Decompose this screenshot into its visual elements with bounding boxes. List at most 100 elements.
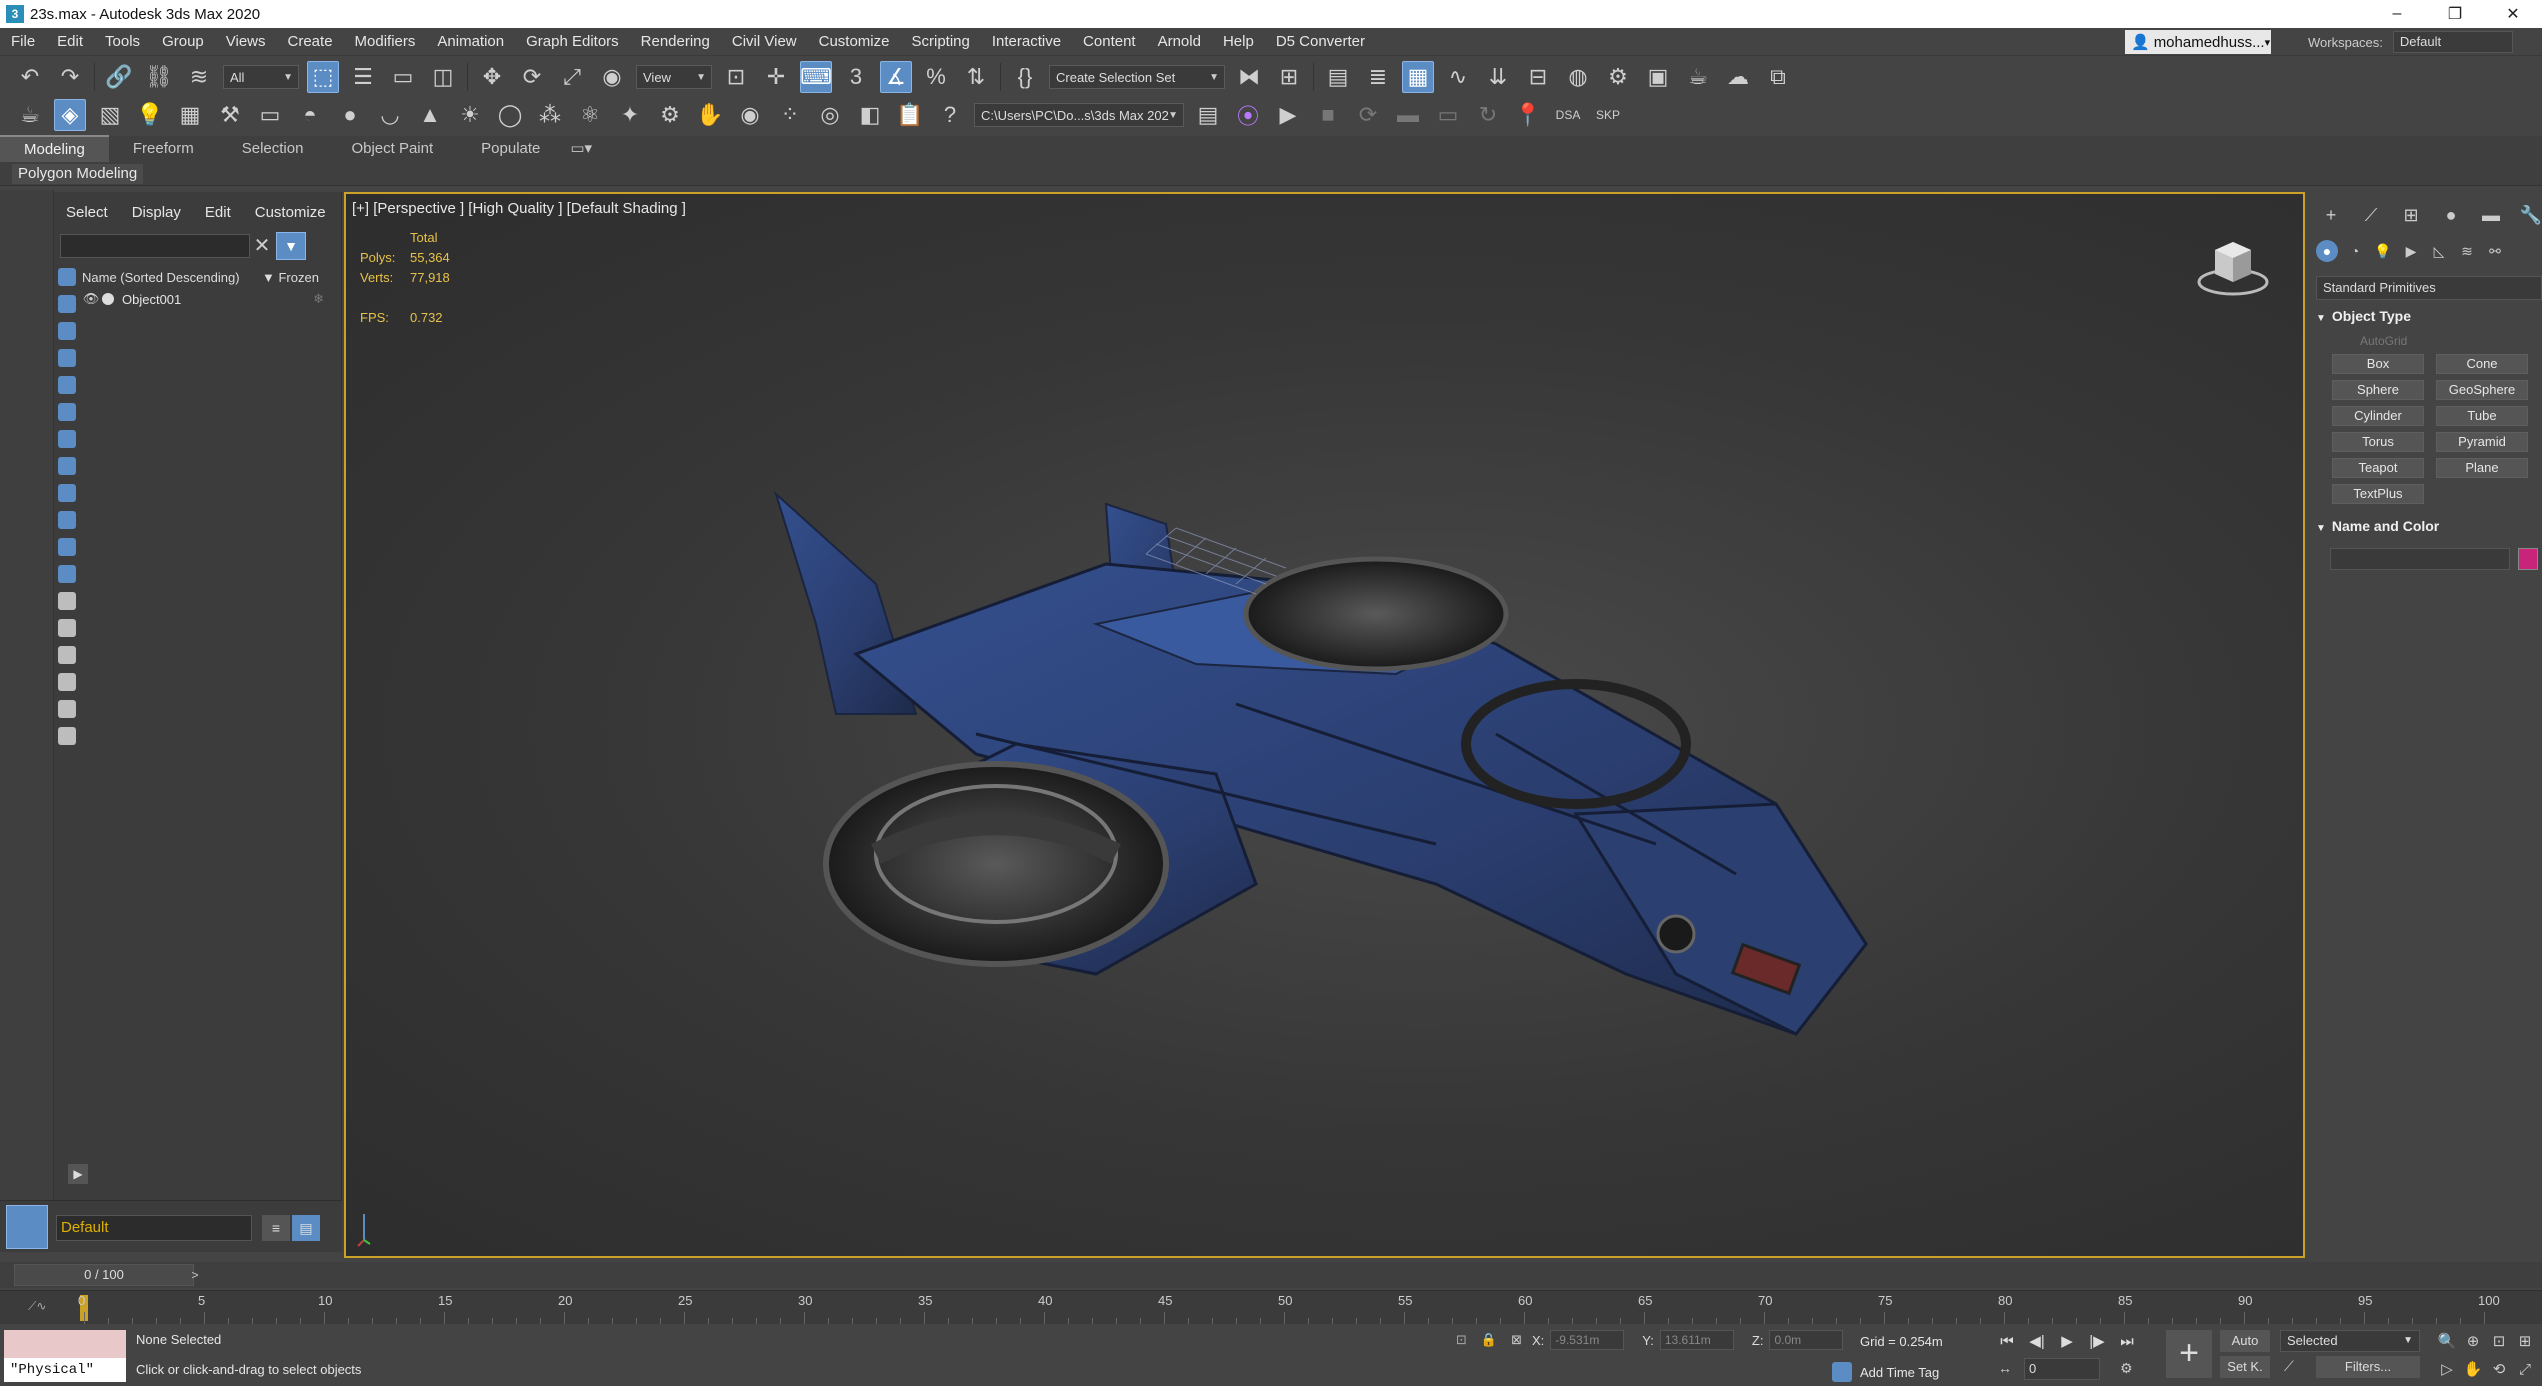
- display-invert-icon[interactable]: [58, 646, 76, 664]
- cylinder-button[interactable]: Cylinder: [2332, 406, 2424, 426]
- explorer-menu-customize[interactable]: Customize: [243, 204, 338, 221]
- object-grid-icon[interactable]: ▦: [174, 99, 206, 131]
- maxscript-output[interactable]: "Physical": [4, 1358, 126, 1382]
- display-helpers-icon[interactable]: [58, 376, 76, 394]
- zoom-all-icon[interactable]: ⊕: [2462, 1332, 2484, 1352]
- lights-icon[interactable]: 💡: [2372, 240, 2394, 262]
- clear-search-icon[interactable]: ✕: [250, 234, 274, 258]
- schematic-view-icon[interactable]: ⊟: [1522, 61, 1554, 93]
- selection-filter-dropdown[interactable]: All ▼: [223, 65, 299, 89]
- cone-button[interactable]: Cone: [2436, 354, 2528, 374]
- utilities-tab-icon[interactable]: 🔧: [2516, 202, 2542, 228]
- curve-editor-icon[interactable]: ∿: [1442, 61, 1474, 93]
- y-coordinate-field[interactable]: 13.611m: [1659, 1330, 1734, 1350]
- dsa-button[interactable]: DSA: [1552, 99, 1584, 131]
- perspective-viewport[interactable]: [+] [Perspective ] [High Quality ] [Defa…: [344, 192, 2305, 1258]
- set-key-button[interactable]: Set K.: [2220, 1356, 2270, 1378]
- teapot-icon[interactable]: ☕: [14, 99, 46, 131]
- rectangular-selection-icon[interactable]: ▭: [387, 61, 419, 93]
- undo-icon[interactable]: ↶: [14, 61, 46, 93]
- percent-snap-icon[interactable]: %: [920, 61, 952, 93]
- go-to-end-icon[interactable]: ⏭: [2114, 1330, 2140, 1354]
- layer-icon[interactable]: [6, 1205, 48, 1249]
- gear-icon[interactable]: ⚙: [654, 99, 686, 131]
- menu-animation[interactable]: Animation: [426, 28, 515, 56]
- display-groups-icon[interactable]: [58, 430, 76, 448]
- menu-edit[interactable]: Edit: [46, 28, 94, 56]
- display-hidden-icon[interactable]: [58, 565, 76, 583]
- current-layer-field[interactable]: Default: [56, 1215, 252, 1241]
- spinner-snap-icon[interactable]: ⇅: [960, 61, 992, 93]
- geometry-icon[interactable]: ●: [2316, 240, 2338, 262]
- create-tab-icon[interactable]: +: [2316, 202, 2346, 228]
- snaps-toggle-icon[interactable]: 3: [840, 61, 872, 93]
- autogrid-checkbox[interactable]: AutoGrid: [2360, 334, 2407, 348]
- plugin-icon[interactable]: ⦿: [1232, 99, 1264, 131]
- track-bar[interactable]: ⟋∿ 0 5 10 15 20 25 30 35 40 45 50 55 60 65 70 75 80 85 90 9…: [0, 1290, 2542, 1324]
- plane-button[interactable]: Plane: [2436, 458, 2528, 478]
- lock-icon[interactable]: 🔒: [1481, 1332, 1497, 1348]
- cameras-icon[interactable]: ▶: [2400, 240, 2422, 262]
- key-filters-button[interactable]: Filters...: [2316, 1356, 2420, 1378]
- time-slider-handle[interactable]: 0 / 100: [14, 1264, 194, 1286]
- play-icon[interactable]: ▶: [2054, 1330, 2080, 1354]
- set-key-icon[interactable]: +: [2166, 1330, 2212, 1378]
- filter-funnel-icon[interactable]: [58, 673, 76, 691]
- x-coordinate-field[interactable]: -9.531m: [1550, 1330, 1625, 1350]
- curve-editor-toggle-icon[interactable]: ⟋∿: [28, 1299, 46, 1314]
- display-spacewarps-icon[interactable]: [58, 403, 76, 421]
- render-setup-icon[interactable]: ⚙: [1602, 61, 1634, 93]
- project-path-dropdown[interactable]: C:\Users\PC\Do...s\3ds Max 202 ▼: [974, 103, 1184, 127]
- scale-icon[interactable]: ⤢: [556, 61, 588, 93]
- expand-panel-icon[interactable]: ▶: [68, 1164, 88, 1184]
- menu-interactive[interactable]: Interactive: [981, 28, 1072, 56]
- current-frame-field[interactable]: 0: [2024, 1358, 2100, 1380]
- bowl-icon[interactable]: ◡: [374, 99, 406, 131]
- render-production-icon[interactable]: ☕: [1682, 61, 1714, 93]
- image-icon[interactable]: ▧: [94, 99, 126, 131]
- color-dots-icon[interactable]: ⁘: [774, 99, 806, 131]
- workspace-dropdown[interactable]: Default: [2392, 31, 2513, 53]
- pyramid-button[interactable]: Pyramid: [2436, 432, 2528, 452]
- bind-space-warp-icon[interactable]: ≋: [183, 61, 215, 93]
- add-time-tag[interactable]: Add Time Tag: [1832, 1362, 1939, 1382]
- explorer-search-input[interactable]: [60, 234, 250, 258]
- camera-icon[interactable]: ▬: [1392, 99, 1424, 131]
- filter-icon[interactable]: ▼: [276, 232, 306, 260]
- previous-frame-icon[interactable]: ◀|: [2024, 1330, 2050, 1354]
- ribbon-toggle-icon[interactable]: ▦: [1402, 61, 1434, 93]
- pivot-center-icon[interactable]: ⊡: [720, 61, 752, 93]
- place-icon[interactable]: ◉: [596, 61, 628, 93]
- menu-help[interactable]: Help: [1212, 28, 1265, 56]
- viewport-label[interactable]: [+] [Perspective ] [High Quality ] [Defa…: [352, 200, 686, 217]
- link-icon[interactable]: 🔗: [103, 61, 135, 93]
- menu-content[interactable]: Content: [1072, 28, 1147, 56]
- dome-icon[interactable]: ◓: [294, 99, 326, 131]
- helpers-icon[interactable]: ◺: [2428, 240, 2450, 262]
- unlink-icon[interactable]: ⛓: [143, 61, 175, 93]
- next-frame-icon[interactable]: |▶: [2084, 1330, 2110, 1354]
- ribbon-options-icon[interactable]: ▭▾: [564, 136, 598, 162]
- pan-icon[interactable]: ✋: [2462, 1360, 2484, 1380]
- orbit-icon[interactable]: ⟲: [2488, 1360, 2510, 1380]
- minimize-button[interactable]: –: [2368, 0, 2426, 28]
- rotate-icon[interactable]: ⟳: [516, 61, 548, 93]
- hierarchy-tab-icon[interactable]: ⊞: [2396, 202, 2426, 228]
- isolate-icon[interactable]: ⊡: [1456, 1332, 1467, 1348]
- motion-tab-icon[interactable]: ●: [2436, 202, 2466, 228]
- display-shapes-icon[interactable]: [58, 295, 76, 313]
- ball-icon[interactable]: ◯: [494, 99, 526, 131]
- lasso-icon[interactable]: [58, 727, 76, 745]
- menu-d5-converter[interactable]: D5 Converter: [1265, 28, 1376, 56]
- stop-icon[interactable]: ■: [1312, 99, 1344, 131]
- redo-icon[interactable]: ↷: [54, 61, 86, 93]
- sphere-button[interactable]: Sphere: [2332, 380, 2424, 400]
- tab-freeform[interactable]: Freeform: [109, 136, 218, 162]
- spaceship-model[interactable]: [676, 414, 1976, 1054]
- zoom-extents-icon[interactable]: ⊡: [2488, 1332, 2510, 1352]
- object-name-field[interactable]: [2330, 548, 2510, 570]
- menu-create[interactable]: Create: [277, 28, 344, 56]
- help-icon[interactable]: ?: [934, 99, 966, 131]
- display-bones-icon[interactable]: [58, 484, 76, 502]
- display-xrefs-icon[interactable]: [58, 457, 76, 475]
